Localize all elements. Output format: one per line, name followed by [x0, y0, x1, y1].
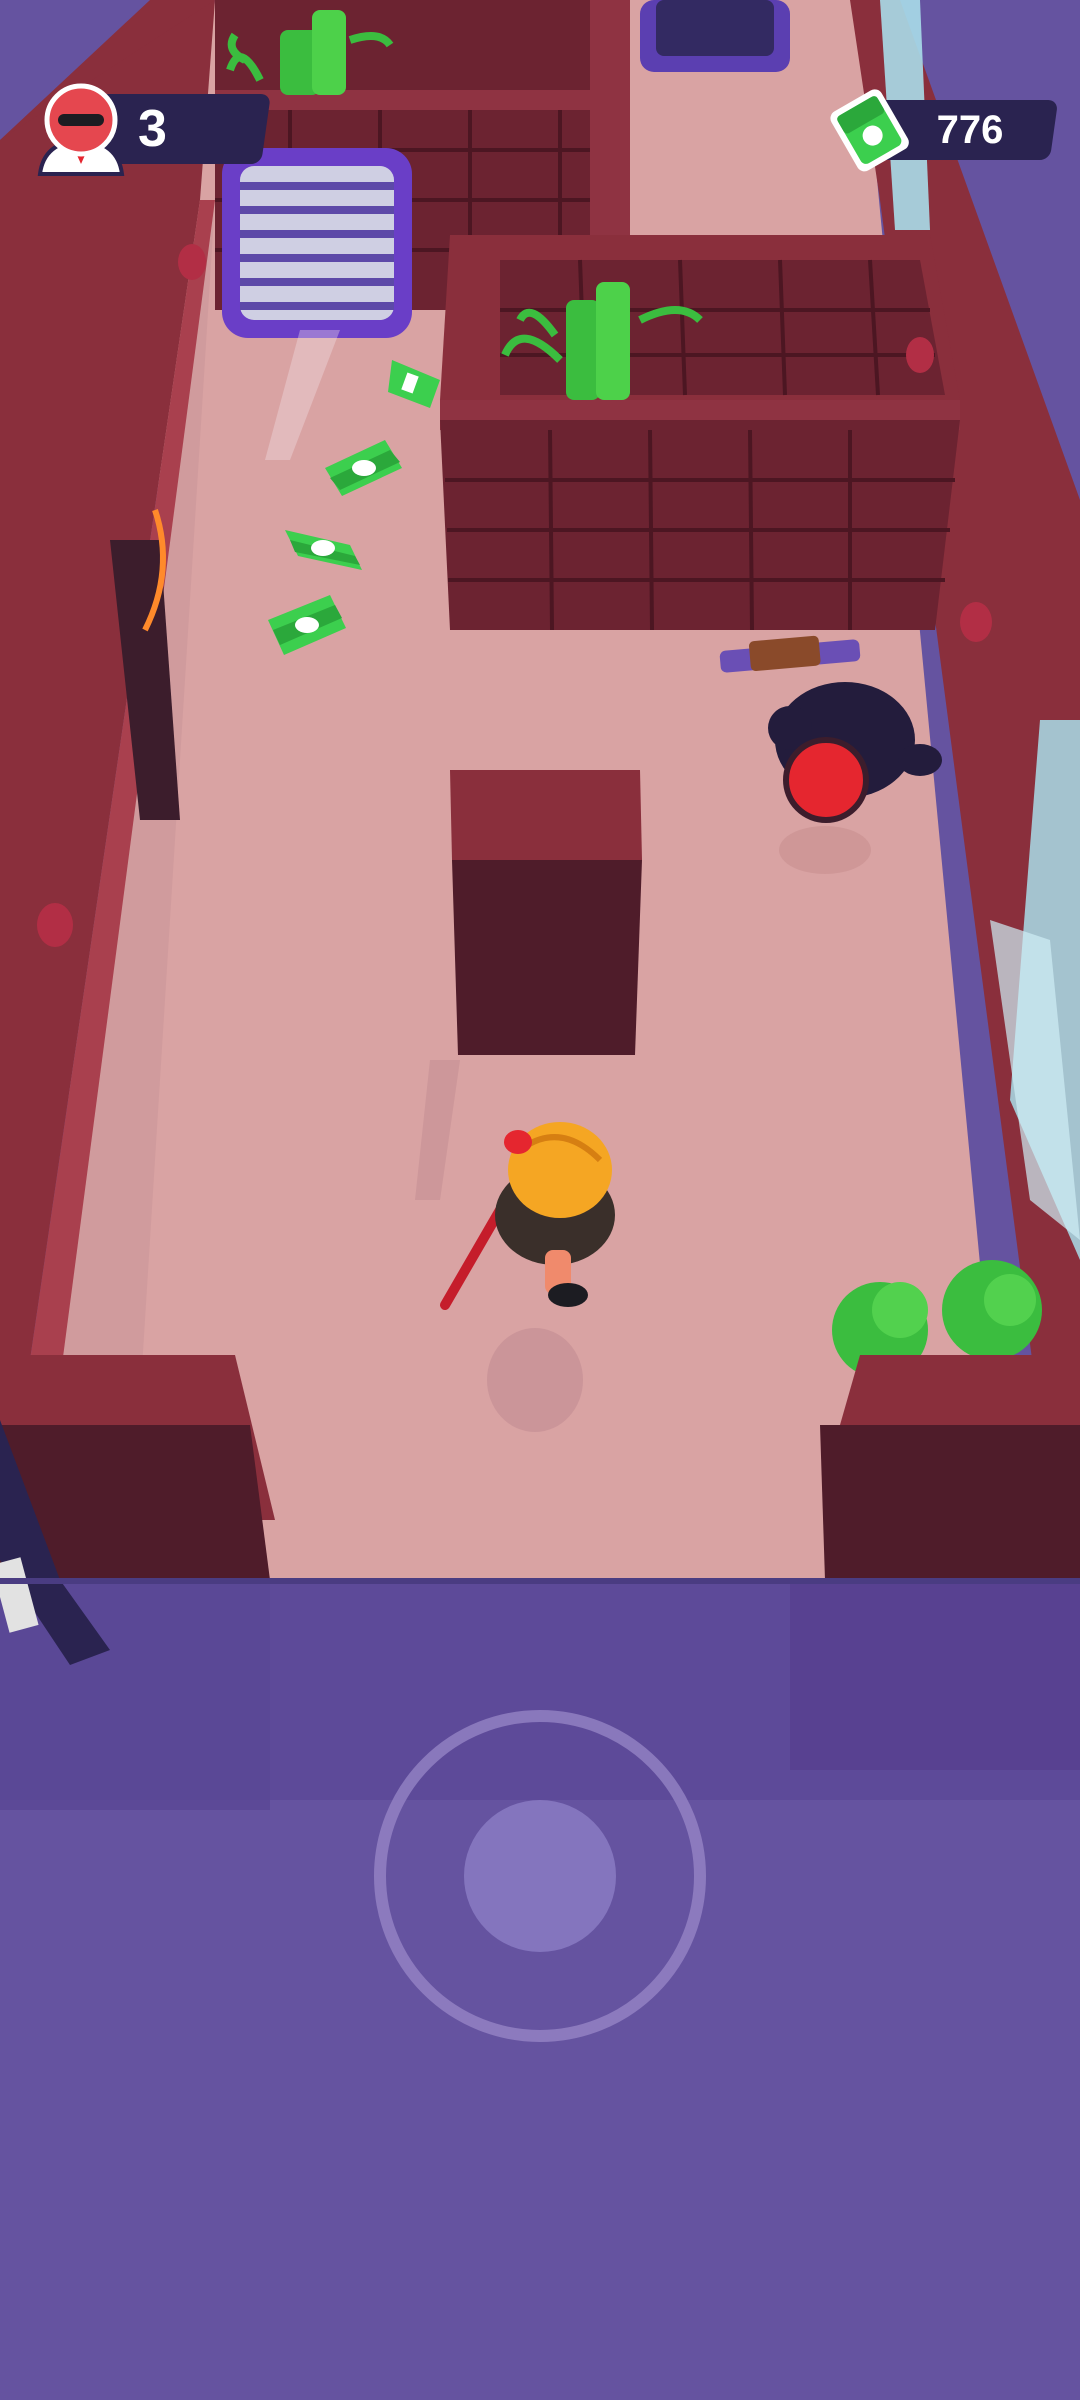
- virtual-joystick[interactable]: [372, 1708, 708, 2044]
- center-wall-block: [440, 235, 960, 631]
- cash-stack-icon: [830, 89, 909, 172]
- joystick-knob[interactable]: [464, 1800, 616, 1952]
- cash-amount: 776: [936, 108, 1004, 152]
- top-vent: [640, 0, 790, 72]
- targets-remaining-count: 3: [138, 100, 167, 158]
- bottom-right-wall: [820, 1355, 1080, 1580]
- masked-agent-icon: [37, 83, 125, 176]
